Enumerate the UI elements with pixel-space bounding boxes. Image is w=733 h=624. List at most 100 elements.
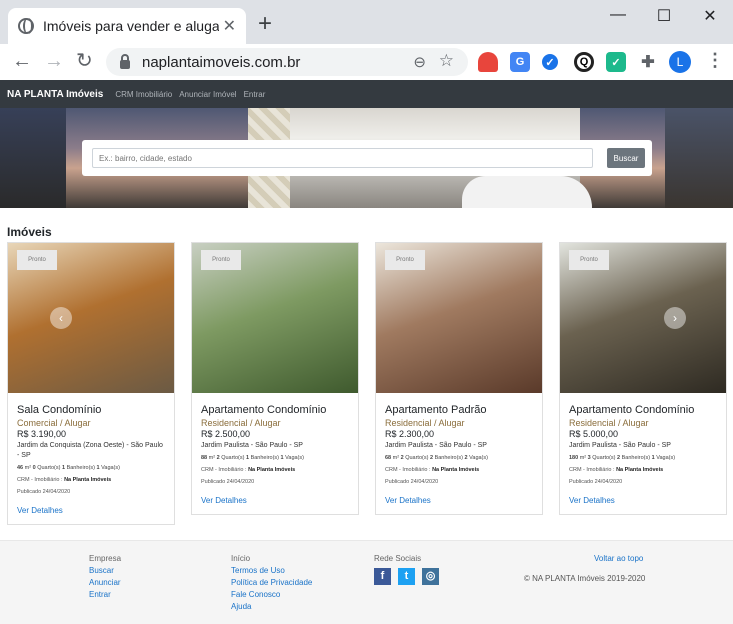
carousel-prev-icon[interactable]: ‹ (50, 307, 72, 329)
url-text: naplantaimoveis.com.br (142, 53, 301, 71)
status-badge: Pronto (385, 250, 425, 270)
lock-icon (120, 54, 130, 69)
minimize-button[interactable]: — (595, 6, 641, 24)
nav-link-entrar[interactable]: Entrar (244, 90, 266, 99)
listing-title[interactable]: Apartamento Condomínio (569, 404, 717, 416)
baths-label: Banheiro(s) (434, 455, 463, 461)
listing-category: Comercial / Alugar (17, 418, 91, 428)
q-extension-icon[interactable]: Q (574, 52, 594, 72)
listing-address: Jardim da Conquista (Zona Oeste) - São P… (17, 442, 163, 459)
baths-value: 1 (245, 455, 250, 461)
site-brand[interactable]: NA PLANTA Imóveis (7, 89, 103, 100)
parking-label: Vaga(s) (285, 455, 304, 461)
globe-icon (18, 18, 34, 34)
listing-body: Sala Condomínio Comercial / Alugar R$ 3.19… (8, 393, 174, 524)
footer-link-termos[interactable]: Termos de Uso (231, 565, 312, 577)
hero-tree-right (665, 108, 733, 208)
crm-prefix: CRM - Imobiliário : (385, 467, 431, 473)
profile-avatar[interactable]: L (669, 51, 691, 73)
tab-title: Imóveis para vender e alugar | NA (43, 18, 219, 34)
baths-label: Banheiro(s) (250, 455, 279, 461)
listing-card[interactable]: Pronto Apartamento Condomínio Residencial … (191, 242, 359, 515)
listing-photo[interactable]: Pronto › (560, 243, 726, 393)
rooms-label: Quarto(s) (37, 465, 61, 471)
baths-value: 2 (429, 455, 434, 461)
listing-photo[interactable]: Pronto ‹ (8, 243, 174, 393)
maximize-button[interactable]: ☐ (641, 6, 687, 26)
view-details-link[interactable]: Ver Detalhes (201, 496, 349, 505)
area-value: 88 (201, 455, 208, 461)
facebook-icon[interactable]: f (374, 568, 391, 585)
listing-address: Jardim Paulista - São Paulo - SP (569, 442, 671, 449)
crm-name: Na Planta Imóveis (432, 467, 480, 473)
parking-label: Vaga(s) (469, 455, 488, 461)
reload-button[interactable]: ↻ (76, 50, 93, 72)
listing-title[interactable]: Apartamento Padrão (385, 404, 533, 416)
hero-car (462, 176, 592, 208)
crm-name: Na Planta Imóveis (616, 467, 664, 473)
address-bar[interactable]: naplantaimoveis.com.br ⊖ ☆ (106, 48, 468, 76)
browser-tab[interactable]: Imóveis para vender e alugar | NA ✕ (8, 8, 246, 44)
listing-address: Jardim Paulista - São Paulo - SP (385, 442, 487, 449)
status-badge: Pronto (17, 250, 57, 270)
listing-features: 46 m² 0 Quarto(s) 1 Banheiro(s) 1 Vaga(s… (17, 465, 165, 471)
view-details-link[interactable]: Ver Detalhes (569, 496, 717, 505)
view-details-link[interactable]: Ver Detalhes (385, 496, 533, 505)
back-to-top-link[interactable]: Voltar ao topo (594, 554, 643, 563)
crm-prefix: CRM - Imobiliário : (569, 467, 615, 473)
close-window-button[interactable]: ✕ (687, 6, 733, 26)
rooms-value: 3 (587, 455, 591, 461)
zoom-icon[interactable]: ⊖ (413, 53, 426, 71)
search-input[interactable] (92, 148, 593, 168)
listing-title[interactable]: Sala Condomínio (17, 404, 165, 416)
area-value: 68 (385, 455, 392, 461)
bookmark-star-icon[interactable]: ☆ (439, 51, 454, 71)
listing-photo[interactable]: Pronto (192, 243, 358, 393)
footer-link-privacidade[interactable]: Política de Privacidade (231, 577, 312, 589)
footer-link-buscar[interactable]: Buscar (89, 565, 121, 577)
crm-prefix: CRM - Imobiliário : (201, 467, 247, 473)
listing-published: Publicado 24/04/2020 (201, 479, 255, 485)
footer-col-social: Rede Sociais f t ◎ (374, 553, 446, 585)
footer-link-anunciar[interactable]: Anunciar (89, 577, 121, 589)
listing-price: R$ 2.500,00 (201, 429, 251, 439)
back-button[interactable]: ← (12, 50, 32, 72)
nav-link-crm[interactable]: CRM Imobiliário (115, 90, 172, 99)
rooms-label: Quarto(s) (592, 455, 616, 461)
copyright: © NA PLANTA Imóveis 2019-2020 (524, 574, 646, 583)
instagram-icon[interactable]: ◎ (422, 568, 439, 585)
footer-link-ajuda[interactable]: Ajuda (231, 601, 312, 613)
view-details-link[interactable]: Ver Detalhes (17, 506, 165, 515)
listing-features: 88 m² 2 Quarto(s) 1 Banheiro(s) 1 Vaga(s… (201, 455, 349, 461)
footer-link-fale-conosco[interactable]: Fale Conosco (231, 589, 312, 601)
listing-price: R$ 2.300,00 (385, 429, 435, 439)
listing-body: Apartamento Condomínio Residencial / Alug… (560, 393, 726, 514)
twitter-icon[interactable]: t (398, 568, 415, 585)
nav-link-anunciar[interactable]: Anunciar Imóvel (179, 90, 236, 99)
listing-card[interactable]: Pronto › Apartamento Condomínio Residencial… (559, 242, 727, 515)
listing-title[interactable]: Apartamento Condomínio (201, 404, 349, 416)
crm-name: Na Planta Imóveis (64, 477, 112, 483)
shield-check-extension-icon[interactable]: ✓ (606, 52, 626, 72)
browser-menu-icon[interactable]: ⋮ (706, 50, 724, 71)
translate-extension-icon[interactable]: G (510, 52, 530, 72)
area-value: 180 (569, 455, 579, 461)
status-badge: Pronto (201, 250, 241, 270)
area-unit: m² (579, 455, 587, 461)
close-tab-icon[interactable]: ✕ (223, 16, 236, 36)
footer-link-entrar[interactable]: Entrar (89, 589, 121, 601)
check-extension-icon[interactable]: ✓ (542, 54, 558, 70)
listing-photo[interactable]: Pronto (376, 243, 542, 393)
listing-card[interactable]: Pronto Apartamento Padrão Residencial / Al… (375, 242, 543, 515)
carousel-next-icon[interactable]: › (664, 307, 686, 329)
extension-fire-icon[interactable] (478, 52, 498, 72)
area-value: 46 (17, 465, 24, 471)
parking-value: 2 (464, 455, 468, 461)
forward-button[interactable]: → (44, 50, 64, 72)
listing-body: Apartamento Padrão Residencial / Alugar R$… (376, 393, 542, 514)
listing-published: Publicado 24/04/2020 (385, 479, 439, 485)
search-button[interactable]: Buscar (607, 148, 645, 168)
puzzle-extensions-icon[interactable]: ✚ (638, 52, 658, 72)
new-tab-button[interactable]: + (258, 12, 272, 36)
listing-card[interactable]: Pronto ‹ Sala Condomínio Comercial / Alugar… (7, 242, 175, 525)
